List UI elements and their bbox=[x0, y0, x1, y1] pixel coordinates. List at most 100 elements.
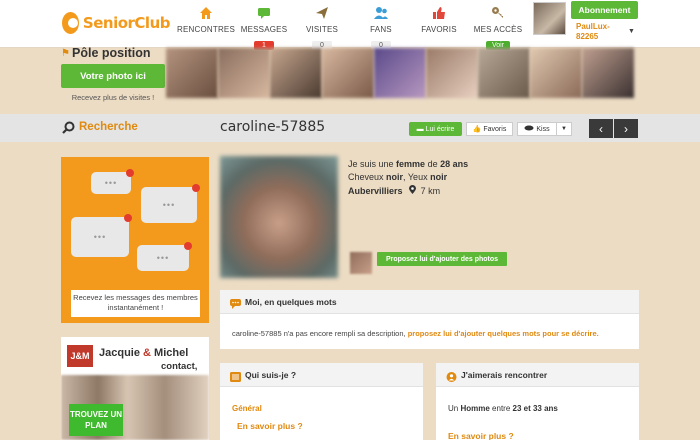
nav-messages[interactable]: MESSAGES 1 bbox=[233, 4, 295, 52]
chat-bubble-icon: ••• bbox=[141, 184, 200, 223]
profile-username: caroline-57885 bbox=[220, 119, 326, 135]
instant-messages-ad-text: Recevez les messages des membres instant… bbox=[71, 290, 200, 317]
flag-icon: ⚑ bbox=[61, 48, 70, 59]
description-card: Moi, en quelques mots caroline-57885 n'a… bbox=[220, 290, 639, 349]
subscribe-button[interactable]: Abonnement bbox=[571, 1, 638, 19]
kiss-label: Kiss bbox=[536, 125, 550, 133]
nav-mes-acces[interactable]: MES ACCÈS Voir bbox=[467, 4, 529, 52]
nav-favoris[interactable]: FAVORIS bbox=[408, 4, 470, 34]
who-know-more-link[interactable]: En savoir plus ? bbox=[237, 421, 303, 431]
profile-appearance-line: Cheveux noir, Yeux noir bbox=[348, 172, 447, 182]
favorite-label: Favoris bbox=[483, 125, 507, 133]
nav-visites[interactable]: VISITES 0 bbox=[291, 4, 353, 52]
chat-icon: ▬ bbox=[416, 125, 424, 133]
looking-for-line: Un Homme entre 23 et 33 ans bbox=[448, 404, 558, 413]
intro-mid: de bbox=[427, 159, 438, 169]
jacquie-michel-ad[interactable]: J&M Jacquie & Michel contact, TROUVEZ UN… bbox=[61, 337, 209, 440]
nav-rencontres[interactable]: RENCONTRES bbox=[175, 4, 237, 34]
home-icon bbox=[175, 4, 237, 22]
lips-icon bbox=[524, 125, 534, 133]
jm-name2: Michel bbox=[154, 347, 189, 359]
chevron-left-icon: ‹ bbox=[599, 121, 603, 136]
write-label: Lui écrire bbox=[425, 125, 455, 133]
profile-gender: femme bbox=[396, 159, 426, 169]
kiss-button[interactable]: Kiss bbox=[517, 122, 557, 136]
user-avatar[interactable] bbox=[533, 2, 566, 35]
profile-main-photo[interactable] bbox=[220, 156, 338, 278]
meet-prefix: Un bbox=[448, 404, 459, 413]
profile-eyes: noir bbox=[430, 172, 448, 182]
meet-gender: Homme bbox=[460, 404, 490, 413]
find-a-plan-button[interactable]: TROUVEZ UN PLAN bbox=[69, 404, 123, 436]
profile-age: 28 ans bbox=[440, 159, 469, 169]
suggest-description-link[interactable]: proposez lui d'ajouter quelques mots pou… bbox=[408, 329, 599, 338]
featured-member-photo[interactable] bbox=[166, 48, 218, 98]
next-profile-button[interactable]: › bbox=[614, 119, 638, 138]
meet-mid: entre bbox=[492, 404, 511, 413]
description-card-header: Moi, en quelques mots bbox=[220, 290, 639, 314]
general-section-label: Général bbox=[232, 404, 262, 413]
featured-member-photo[interactable] bbox=[270, 48, 322, 98]
chat-bubble-icon: ••• bbox=[71, 214, 132, 257]
favorite-button[interactable]: 👍 Favoris bbox=[466, 122, 513, 136]
jm-logo: J&M bbox=[67, 345, 93, 367]
featured-members-strip bbox=[166, 48, 634, 98]
featured-member-photo[interactable] bbox=[218, 48, 270, 98]
paper-plane-icon bbox=[291, 4, 353, 22]
profile-location-line: Aubervilliers 7 km bbox=[348, 185, 440, 196]
meet-know-more-link[interactable]: En savoir plus ? bbox=[448, 431, 514, 440]
logo-text: SeniorClub bbox=[82, 14, 171, 32]
chevron-right-icon: › bbox=[624, 121, 628, 136]
profile-photo-thumbnail[interactable] bbox=[350, 252, 372, 274]
profile-hair: noir bbox=[386, 172, 404, 182]
jm-subtitle: contact, bbox=[161, 361, 198, 372]
thumbs-up-icon bbox=[408, 4, 470, 22]
nav-label: MESSAGES bbox=[240, 25, 288, 34]
nav-label: FAVORIS bbox=[421, 25, 457, 34]
hair-prefix: Cheveux bbox=[348, 172, 384, 182]
logo-icon bbox=[62, 12, 79, 34]
featured-member-photo[interactable] bbox=[478, 48, 530, 98]
suggest-add-photos-button[interactable]: Proposez lui d'ajouter des photos bbox=[377, 252, 507, 266]
your-photo-here-button[interactable]: Votre photo ici bbox=[61, 64, 165, 88]
featured-member-photo[interactable] bbox=[530, 48, 582, 98]
users-icon bbox=[350, 4, 412, 22]
who-am-i-card: Qui suis-je ? Général En savoir plus ? bbox=[220, 363, 423, 440]
description-empty-text: caroline-57885 n'a pas encore rempli sa … bbox=[232, 329, 406, 338]
chevron-down-icon[interactable]: ▼ bbox=[556, 122, 572, 136]
featured-member-photo[interactable] bbox=[374, 48, 426, 98]
chat-bubble-icon: ••• bbox=[137, 242, 192, 271]
description-card-title: Moi, en quelques mots bbox=[245, 297, 337, 307]
nav-label: VISITES bbox=[305, 25, 339, 34]
site-logo[interactable]: SeniorClub bbox=[62, 10, 171, 36]
search-link[interactable]: Recherche bbox=[79, 121, 138, 133]
featured-member-photo[interactable] bbox=[582, 48, 634, 98]
pole-position-title: Pôle position bbox=[72, 46, 151, 60]
chat-icon bbox=[233, 4, 295, 22]
profile-distance: 7 km bbox=[420, 186, 441, 196]
profile-intro-line: Je suis une femme de 28 ans bbox=[348, 159, 468, 169]
username-link[interactable]: PaulLux-82265 bbox=[576, 22, 626, 42]
write-message-button[interactable]: ▬ Lui écrire bbox=[409, 122, 462, 136]
chevron-down-icon[interactable]: ▼ bbox=[628, 28, 635, 35]
nav-fans[interactable]: FANS 0 bbox=[350, 4, 412, 52]
eyes-prefix: , Yeux bbox=[403, 172, 428, 182]
looking-for-card-header: J'aimerais rencontrer bbox=[436, 363, 639, 387]
thumbs-up-icon: 👍 bbox=[472, 126, 482, 133]
intro-prefix: Je suis une bbox=[348, 159, 394, 169]
search-icon[interactable] bbox=[62, 121, 75, 139]
who-am-i-card-header: Qui suis-je ? bbox=[220, 363, 423, 387]
heart-people-icon bbox=[446, 369, 457, 387]
description-text: caroline-57885 n'a pas encore rempli sa … bbox=[232, 329, 599, 338]
previous-profile-button[interactable]: ‹ bbox=[589, 119, 613, 138]
featured-member-photo[interactable] bbox=[426, 48, 478, 98]
jm-name1: Jacquie bbox=[99, 347, 140, 359]
jm-ampersand: & bbox=[143, 347, 151, 359]
key-icon bbox=[467, 4, 529, 22]
featured-member-photo[interactable] bbox=[322, 48, 374, 98]
looking-for-card: J'aimerais rencontrer Un Homme entre 23 … bbox=[436, 363, 639, 440]
looking-for-title: J'aimerais rencontrer bbox=[461, 370, 548, 380]
chat-bubble-icon: ••• bbox=[91, 169, 134, 194]
meet-age-range: 23 et 33 ans bbox=[512, 404, 558, 413]
speech-bubble-icon bbox=[230, 296, 241, 314]
